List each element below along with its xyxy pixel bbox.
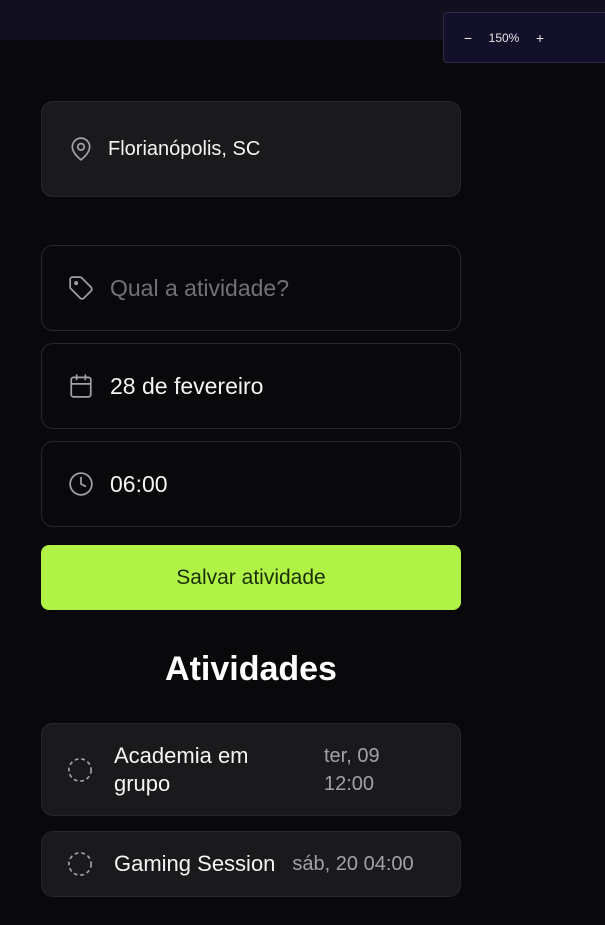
- tag-icon: [68, 275, 94, 301]
- activity-datetime: ter, 09 12:00: [324, 744, 380, 795]
- time-value[interactable]: 06:00: [110, 471, 168, 498]
- zoom-in-button[interactable]: +: [530, 30, 550, 46]
- location-text: Florianópolis, SC: [108, 137, 261, 160]
- pending-circle-icon[interactable]: [66, 756, 94, 784]
- date-value[interactable]: 28 de fevereiro: [110, 373, 263, 400]
- pending-circle-icon[interactable]: [66, 850, 94, 878]
- activity-datetime: sáb, 20 04:00: [292, 853, 414, 875]
- activities-title: Atividades: [165, 650, 337, 688]
- activity-item[interactable]: Academia em grupo ter, 09 12:00: [41, 723, 461, 816]
- date-field[interactable]: 28 de fevereiro: [41, 343, 461, 429]
- activity-name: Academia em grupo: [114, 742, 249, 796]
- save-activity-button[interactable]: Salvar atividade: [41, 545, 461, 610]
- zoom-level: 150%: [488, 30, 520, 45]
- map-pin-icon: [68, 136, 94, 162]
- zoom-control: − 150% +: [443, 12, 605, 63]
- location-card: Florianópolis, SC: [41, 101, 461, 197]
- calendar-icon: [68, 373, 94, 399]
- activity-field[interactable]: Qual a atividade?: [41, 245, 461, 331]
- activity-item[interactable]: Gaming Session sáb, 20 04:00: [41, 831, 461, 897]
- time-field[interactable]: 06:00: [41, 441, 461, 527]
- zoom-out-button[interactable]: −: [458, 30, 478, 46]
- clock-icon: [68, 471, 94, 497]
- activity-name: Gaming Session: [114, 851, 276, 876]
- activity-input[interactable]: Qual a atividade?: [110, 275, 289, 302]
